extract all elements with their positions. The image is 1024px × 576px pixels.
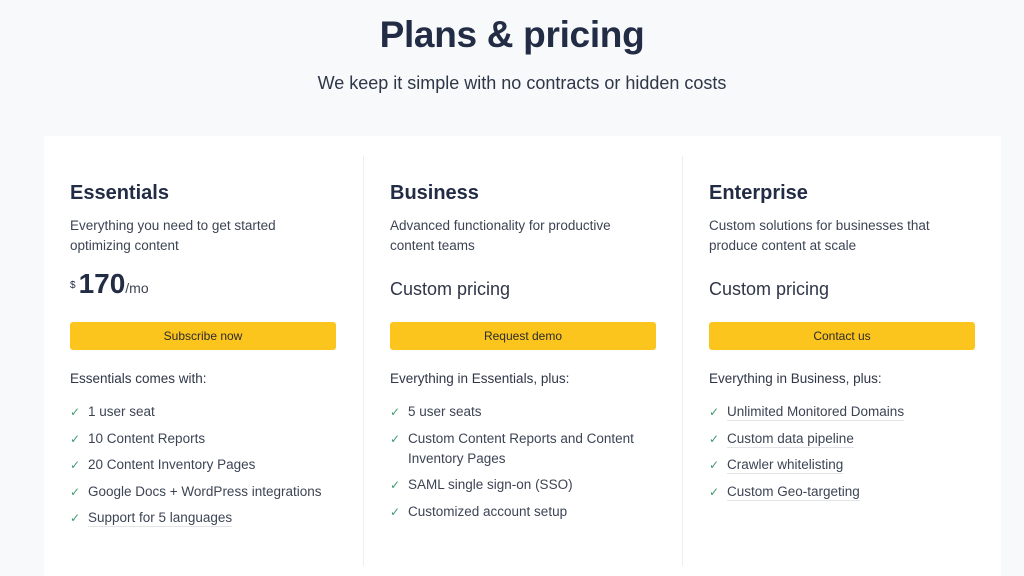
feature-item: ✓ Unlimited Monitored Domains: [709, 402, 989, 422]
check-icon: ✓: [70, 484, 81, 499]
feature-item: ✓ 10 Content Reports: [70, 429, 350, 449]
feature-item: ✓ Customized account setup: [390, 502, 670, 522]
plan-card-enterprise: Enterprise Custom solutions for business…: [682, 156, 1002, 566]
check-icon: ✓: [70, 511, 81, 525]
includes-label: Everything in Essentials, plus:: [390, 371, 570, 386]
check-icon: ✓: [390, 478, 401, 492]
feature-item: ✓ Support for 5 languages: [70, 508, 350, 528]
plan-price: Custom pricing: [390, 279, 511, 299]
feature-item: ✓ Crawler whitelisting: [709, 455, 989, 475]
check-icon: ✓: [709, 458, 720, 472]
page-title: Plans & pricing: [379, 14, 645, 55]
feature-item: ✓ 20 Content Inventory Pages: [70, 455, 350, 475]
feature-tooltip-link[interactable]: Support for 5 languages: [88, 510, 233, 527]
feature-list: ✓ 5 user seats ✓ Custom Content Reports an…: [390, 402, 670, 528]
price-period: /mo: [125, 280, 149, 296]
feature-item: ✓ SAML single sign-on (SSO): [390, 475, 670, 495]
feature-tooltip-link[interactable]: Custom data pipeline: [727, 430, 854, 448]
plan-price: $170/mo: [70, 268, 149, 300]
check-icon: ✓: [390, 504, 401, 519]
feature-list: ✓ 1 user seat ✓ 10 Content Reports ✓ 20 Con…: [70, 402, 350, 535]
plan-price: Custom pricing: [709, 279, 830, 299]
plan-description: Advanced functionality for productive co…: [390, 218, 611, 253]
feature-tooltip-link[interactable]: Crawler whitelisting: [727, 457, 844, 474]
check-icon: ✓: [70, 431, 81, 446]
feature-item: ✓ Google Docs + WordPress integrations: [70, 482, 350, 502]
plan-name: Enterprise: [709, 182, 808, 204]
feature-item: ✓ 5 user seats: [390, 402, 670, 422]
plan-card-business: Business Advanced functionality for prod…: [363, 156, 683, 566]
price-currency: $: [70, 280, 76, 291]
feature-item: ✓ Custom data pipeline: [709, 429, 989, 449]
plan-description: Custom solutions for businesses that pro…: [709, 218, 930, 253]
includes-label: Essentials comes with:: [70, 371, 207, 386]
request-demo-button[interactable]: Request demo: [390, 322, 656, 350]
plan-name: Essentials: [70, 182, 169, 204]
check-icon: ✓: [70, 458, 81, 472]
check-icon: ✓: [390, 431, 401, 446]
plan-description: Everything you need to get started optim…: [70, 218, 276, 253]
check-icon: ✓: [709, 484, 720, 499]
contact-us-button[interactable]: Contact us: [709, 322, 975, 350]
plan-name: Business: [390, 182, 479, 204]
subscribe-now-button[interactable]: Subscribe now: [70, 322, 336, 350]
price-amount: 170: [78, 268, 126, 299]
check-icon: ✓: [709, 405, 720, 419]
feature-item: ✓ Custom Content Reports and Content Inve…: [390, 430, 634, 466]
page-subtitle: We keep it simple with no contracts or h…: [317, 73, 727, 93]
pricing-panel: Essentials Everything you need to get st…: [44, 136, 1001, 576]
includes-label: Everything in Business, plus:: [709, 371, 882, 386]
feature-item: ✓ 1 user seat: [70, 402, 350, 422]
feature-item: ✓ Custom Geo-targeting: [709, 482, 989, 502]
plan-card-essentials: Essentials Everything you need to get st…: [44, 136, 363, 576]
check-icon: ✓: [390, 405, 401, 419]
feature-tooltip-link[interactable]: Custom Geo-targeting: [727, 483, 860, 501]
check-icon: ✓: [70, 405, 81, 419]
feature-tooltip-link[interactable]: Unlimited Monitored Domains: [727, 404, 905, 421]
feature-list: ✓ Unlimited Monitored Domains ✓ Custom dat…: [709, 402, 989, 508]
check-icon: ✓: [709, 431, 720, 446]
